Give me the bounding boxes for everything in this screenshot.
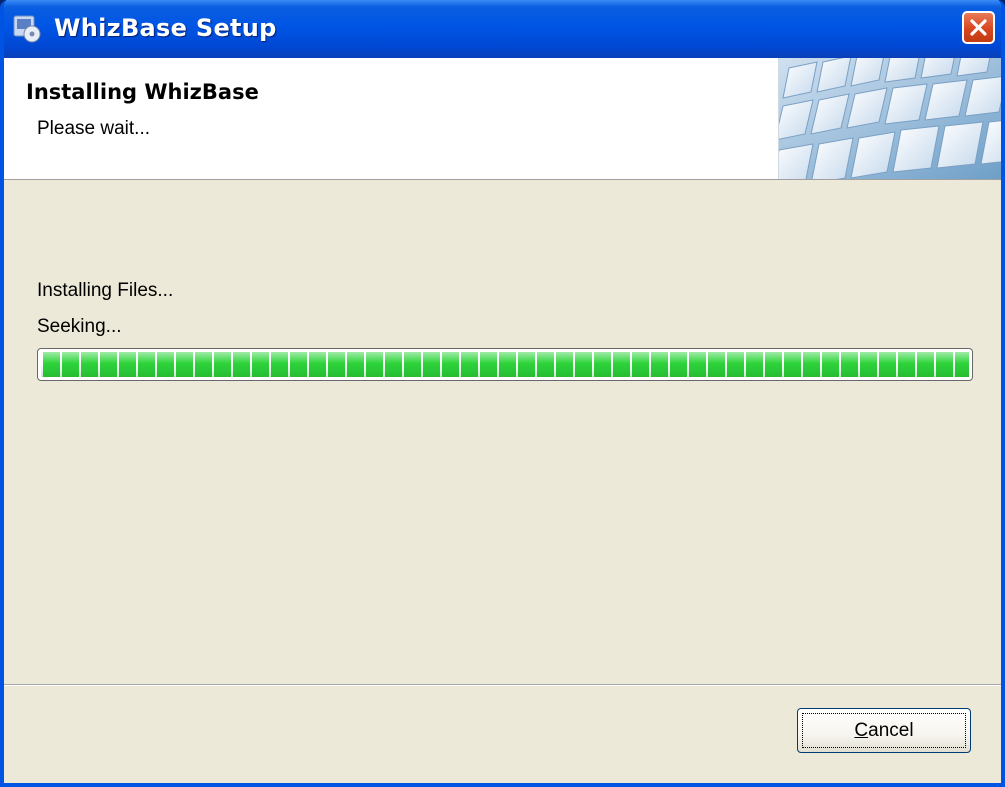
close-button[interactable] (962, 11, 995, 44)
setup-window: WhizBase Setup Installing WhizBase Pleas… (0, 0, 1005, 787)
progress-bar (37, 348, 973, 381)
window-title: WhizBase Setup (54, 14, 277, 42)
content-area: Installing Files... Seeking... (4, 180, 1001, 684)
title-bar[interactable]: WhizBase Setup (4, 0, 1001, 58)
footer-divider (4, 684, 1001, 686)
status-text: Installing Files... (37, 280, 174, 301)
progress-fill (41, 352, 969, 377)
header-title: Installing WhizBase (26, 80, 259, 104)
header-panel: Installing WhizBase Please wait... (4, 41, 1001, 191)
cancel-button[interactable]: Cancel (797, 708, 971, 753)
cancel-label: Cancel (854, 720, 914, 741)
keyboard-keys-banner (770, 41, 1001, 191)
close-icon (970, 19, 987, 36)
header-subtitle: Please wait... (37, 118, 150, 139)
setup-installer-icon (12, 13, 42, 43)
action-text: Seeking... (37, 316, 122, 337)
